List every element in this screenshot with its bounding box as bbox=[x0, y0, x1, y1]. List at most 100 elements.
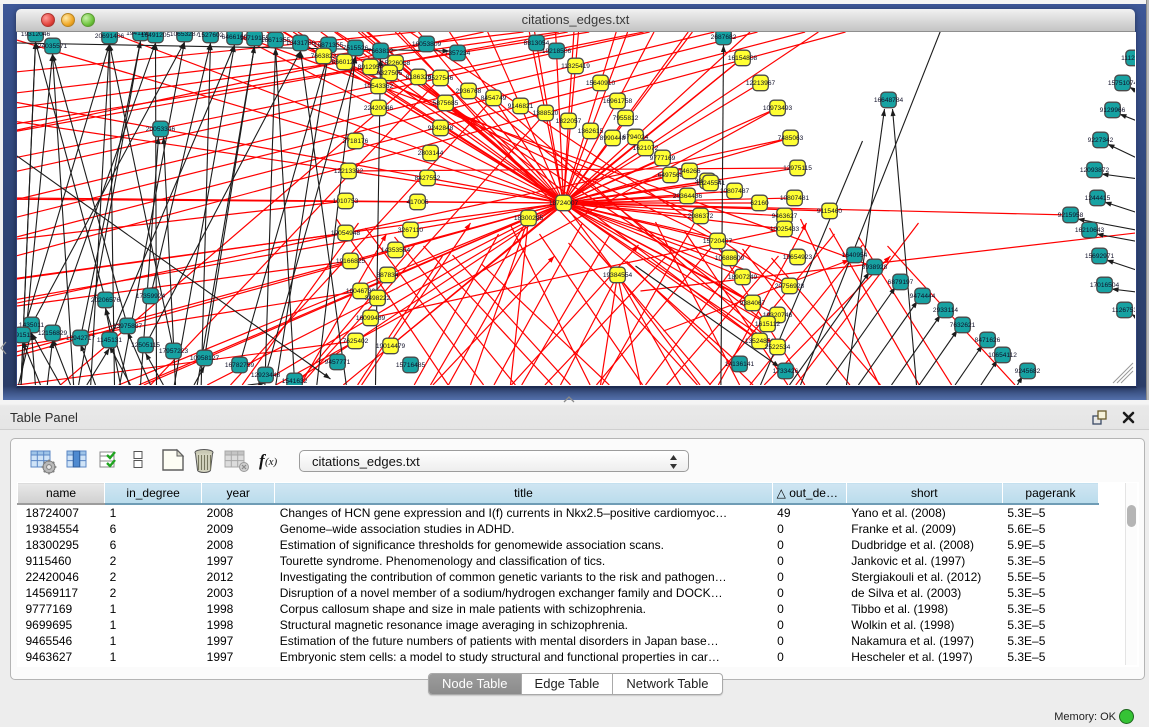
svg-text:19312046: 19312046 bbox=[21, 32, 51, 38]
svg-text:9777169: 9777169 bbox=[650, 155, 676, 162]
svg-text:1362615: 1362615 bbox=[578, 128, 604, 135]
svg-text:2086372: 2086372 bbox=[688, 213, 714, 220]
svg-text:2522534: 2522534 bbox=[765, 344, 791, 351]
svg-text:12213392: 12213392 bbox=[334, 168, 364, 175]
svg-text:8938928: 8938928 bbox=[862, 264, 888, 271]
svg-text:8660124: 8660124 bbox=[332, 59, 358, 66]
svg-text:9129966: 9129966 bbox=[1100, 107, 1126, 114]
svg-text:3498222: 3498222 bbox=[365, 295, 391, 302]
svg-text:8427552: 8427552 bbox=[415, 175, 441, 182]
svg-text:1388520: 1388520 bbox=[533, 110, 559, 117]
svg-text:20691406: 20691406 bbox=[95, 33, 125, 40]
svg-text:2718176: 2718176 bbox=[343, 138, 369, 145]
svg-text:12505115: 12505115 bbox=[131, 342, 160, 349]
svg-text:62160: 62160 bbox=[750, 200, 769, 207]
svg-text:19384554: 19384554 bbox=[603, 272, 633, 279]
svg-text:15640910: 15640910 bbox=[586, 80, 616, 87]
svg-text:20206576: 20206576 bbox=[91, 297, 121, 304]
svg-text:16491205: 16491205 bbox=[141, 32, 171, 39]
svg-text:9327505: 9327505 bbox=[377, 70, 403, 77]
svg-text:10025433: 10025433 bbox=[770, 226, 800, 233]
svg-text:11325419: 11325419 bbox=[561, 63, 590, 70]
svg-text:19014479: 19014479 bbox=[376, 343, 406, 350]
svg-text:887834: 887834 bbox=[376, 272, 398, 279]
svg-text:12156829: 12156829 bbox=[38, 330, 68, 337]
svg-text:2933114: 2933114 bbox=[933, 307, 959, 314]
svg-text:9245682: 9245682 bbox=[1015, 368, 1041, 375]
svg-text:12093872: 12093872 bbox=[1080, 167, 1110, 174]
svg-text:16961758: 16961758 bbox=[603, 98, 633, 105]
svg-text:1615112: 1615112 bbox=[755, 321, 781, 328]
svg-text:1145131: 1145131 bbox=[97, 337, 123, 344]
svg-text:9527546: 9527546 bbox=[428, 75, 454, 82]
svg-text:17359924: 17359924 bbox=[136, 293, 166, 300]
svg-text:9242848: 9242848 bbox=[428, 125, 454, 132]
svg-text:391511: 391511 bbox=[17, 332, 34, 339]
svg-text:10654112: 10654112 bbox=[988, 352, 1017, 359]
svg-text:18300295: 18300295 bbox=[514, 215, 544, 222]
svg-text:9463627: 9463627 bbox=[772, 213, 798, 220]
svg-text:2803144: 2803144 bbox=[418, 150, 444, 157]
svg-text:1126753: 1126753 bbox=[1112, 307, 1135, 314]
svg-text:9146821: 9146821 bbox=[508, 103, 534, 110]
svg-text:18907249: 18907249 bbox=[728, 274, 758, 281]
svg-text:7357234: 7357234 bbox=[445, 50, 471, 57]
svg-text:7663812: 7663812 bbox=[368, 48, 394, 55]
svg-text:16210643: 16210643 bbox=[1075, 227, 1105, 234]
svg-text:12923448: 12923448 bbox=[251, 372, 281, 379]
svg-text:18245541: 18245541 bbox=[696, 180, 726, 187]
svg-text:10807487: 10807487 bbox=[720, 188, 750, 195]
svg-text:2687682: 2687682 bbox=[711, 34, 737, 41]
svg-text:8471626: 8471626 bbox=[975, 337, 1001, 344]
svg-text:1112984: 1112984 bbox=[1121, 55, 1135, 62]
svg-text:15692971: 15692971 bbox=[1085, 253, 1115, 260]
svg-text:7632621: 7632621 bbox=[950, 322, 976, 329]
svg-text:7515526: 7515526 bbox=[343, 45, 369, 52]
svg-text:10688609: 10688609 bbox=[715, 255, 745, 262]
svg-text:16648784: 16648784 bbox=[874, 97, 904, 104]
svg-text:12942717: 12942717 bbox=[66, 335, 96, 342]
svg-text:8813054: 8813054 bbox=[524, 40, 550, 47]
svg-text:15720407: 15720407 bbox=[703, 238, 733, 245]
svg-text:1244415: 1244415 bbox=[1085, 195, 1111, 202]
svg-text:6879197: 6879197 bbox=[888, 279, 914, 286]
svg-text:10958127: 10958127 bbox=[190, 355, 220, 362]
svg-text:18724007: 18724007 bbox=[549, 200, 579, 207]
svg-text:2936768: 2936768 bbox=[456, 88, 482, 95]
svg-text:7955812: 7955812 bbox=[613, 115, 639, 122]
svg-text:24035571: 24035571 bbox=[38, 43, 68, 50]
svg-text:14353594: 14353594 bbox=[381, 247, 411, 254]
svg-text:7625402: 7625402 bbox=[343, 338, 369, 345]
svg-text:1541632: 1541632 bbox=[282, 378, 308, 385]
svg-text:15751074: 15751074 bbox=[1108, 80, 1135, 87]
svg-text:5875685: 5875685 bbox=[433, 100, 459, 107]
svg-text:1621072: 1621072 bbox=[633, 145, 659, 152]
svg-text:17016504: 17016504 bbox=[1090, 282, 1120, 289]
svg-text:417006: 417006 bbox=[406, 199, 428, 206]
svg-text:7485063: 7485063 bbox=[778, 135, 804, 142]
svg-text:10431786: 10431786 bbox=[286, 40, 316, 47]
svg-text:19166825: 19166825 bbox=[336, 258, 366, 265]
svg-text:14136141: 14136141 bbox=[725, 361, 755, 368]
svg-text:3267110: 3267110 bbox=[398, 227, 424, 234]
svg-text:746266: 746266 bbox=[678, 168, 700, 175]
svg-text:9474444: 9474444 bbox=[910, 293, 936, 300]
svg-text:9215958: 9215958 bbox=[1058, 212, 1084, 219]
svg-text:10807481: 10807481 bbox=[780, 195, 810, 202]
svg-text:9384067: 9384067 bbox=[740, 300, 766, 307]
svg-text:9227342: 9227342 bbox=[1088, 137, 1114, 144]
svg-text:12213967: 12213967 bbox=[746, 80, 776, 87]
svg-text:17957223: 17957223 bbox=[159, 348, 189, 355]
svg-text:16099489: 16099489 bbox=[356, 315, 386, 322]
svg-text:1822057: 1822057 bbox=[556, 118, 582, 125]
svg-text:19654923: 19654923 bbox=[783, 254, 813, 261]
svg-text:19218506: 19218506 bbox=[542, 48, 572, 55]
svg-text:16154808: 16154808 bbox=[728, 55, 758, 62]
svg-text:10653287: 10653287 bbox=[170, 32, 200, 38]
svg-text:16053809: 16053809 bbox=[412, 41, 442, 48]
svg-text:9457771: 9457771 bbox=[325, 359, 351, 366]
svg-text:20364436: 20364436 bbox=[673, 193, 703, 200]
svg-text:12975115: 12975115 bbox=[783, 165, 812, 172]
svg-text:10973493: 10973493 bbox=[763, 105, 793, 112]
svg-text:8454749: 8454749 bbox=[481, 95, 507, 102]
